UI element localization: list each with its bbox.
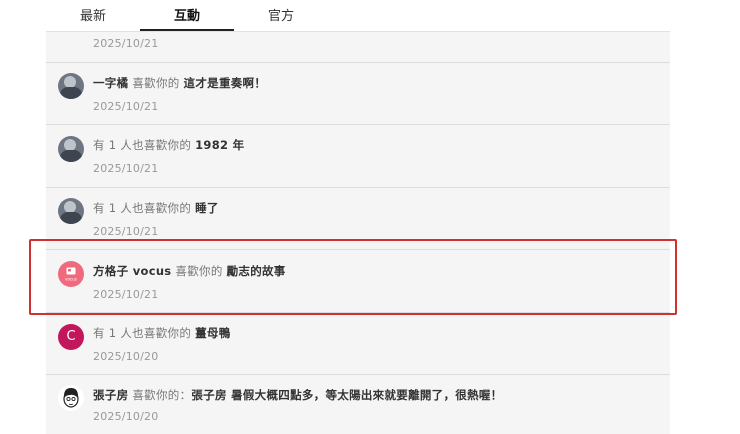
target-title[interactable]: 勵志的故事 — [227, 264, 286, 278]
tab-bar: 最新 互動 官方 — [46, 0, 670, 32]
tab-latest[interactable]: 最新 — [46, 0, 140, 31]
actor-name[interactable]: 張子房 — [93, 388, 128, 402]
notification-date: 2025/10/20 — [93, 410, 159, 423]
tab-divider — [46, 31, 670, 32]
user-avatar[interactable] — [58, 73, 84, 99]
actor-name[interactable]: 方格子 vocus — [93, 264, 171, 278]
notification-row-highlighted[interactable]: vocus 方格子 vocus 喜歡你的 勵志的故事 2025/10/21 — [46, 250, 670, 313]
notification-message: 有 1 人也喜歡你的 1982 年 — [93, 137, 244, 153]
notification-date: 2025/10/21 — [93, 37, 159, 50]
notification-date: 2025/10/21 — [93, 225, 159, 238]
notification-date: 2025/10/20 — [93, 350, 159, 363]
notification-row[interactable]: C 有 1 人也喜歡你的 薑母鴨 2025/10/20 — [46, 313, 670, 375]
notification-message: 有 1 人也喜歡你的 睡了 — [93, 200, 219, 216]
notification-message: 有 1 人也喜歡你的 薑母鴨 — [93, 325, 231, 341]
actor-name: 有 1 人也喜歡你的 — [93, 201, 192, 215]
notification-row[interactable]: 張子房 喜歡你的：張子房 暑假大概四點多，等太陽出來就要離開了，很熱喔！ 202… — [46, 375, 670, 434]
target-title[interactable]: 張子房 暑假大概四點多，等太陽出來就要離開了，很熱喔！ — [191, 388, 502, 402]
target-title[interactable]: 這才是重奏啊！ — [184, 76, 267, 90]
user-avatar[interactable] — [58, 136, 84, 162]
notification-date: 2025/10/21 — [93, 288, 159, 301]
tab-official[interactable]: 官方 — [234, 0, 328, 31]
sketch-face-icon — [63, 388, 79, 408]
notification-row[interactable]: 有 1 人也喜歡你的 睡了 2025/10/21 — [46, 188, 670, 250]
notifications-page: 2025/10/21 一字橘 喜歡你的 這才是重奏啊！ 2025/10/21 有… — [0, 0, 740, 434]
tab-interaction[interactable]: 互動 — [140, 0, 234, 31]
user-avatar-letter[interactable]: C — [58, 324, 84, 350]
actor-name[interactable]: 一字橘 — [93, 76, 128, 90]
vocus-logo-icon: vocus — [65, 267, 77, 282]
notification-message: 一字橘 喜歡你的 這才是重奏啊！ — [93, 75, 266, 91]
notification-message: 方格子 vocus 喜歡你的 勵志的故事 — [93, 263, 286, 279]
notification-row[interactable]: 一字橘 喜歡你的 這才是重奏啊！ 2025/10/21 — [46, 63, 670, 125]
notification-date: 2025/10/21 — [93, 100, 159, 113]
action-text: 喜歡你的 — [132, 76, 180, 90]
vocus-avatar[interactable]: vocus — [58, 261, 84, 287]
actor-name: 有 1 人也喜歡你的 — [93, 326, 192, 340]
target-title[interactable]: 薑母鴨 — [195, 326, 230, 340]
notification-message: 張子房 喜歡你的：張子房 暑假大概四點多，等太陽出來就要離開了，很熱喔！ — [93, 387, 502, 403]
notification-date: 2025/10/21 — [93, 162, 159, 175]
target-title[interactable]: 1982 年 — [195, 138, 244, 152]
notification-row[interactable]: 有 1 人也喜歡你的 1982 年 2025/10/21 — [46, 125, 670, 188]
action-text: 喜歡你的 — [175, 264, 223, 278]
vocus-logo-text: vocus — [65, 277, 77, 282]
user-avatar[interactable] — [58, 198, 84, 224]
actor-name: 有 1 人也喜歡你的 — [93, 138, 192, 152]
user-avatar[interactable] — [58, 385, 84, 411]
action-text: 喜歡你的： — [132, 388, 192, 402]
target-title[interactable]: 睡了 — [195, 201, 219, 215]
